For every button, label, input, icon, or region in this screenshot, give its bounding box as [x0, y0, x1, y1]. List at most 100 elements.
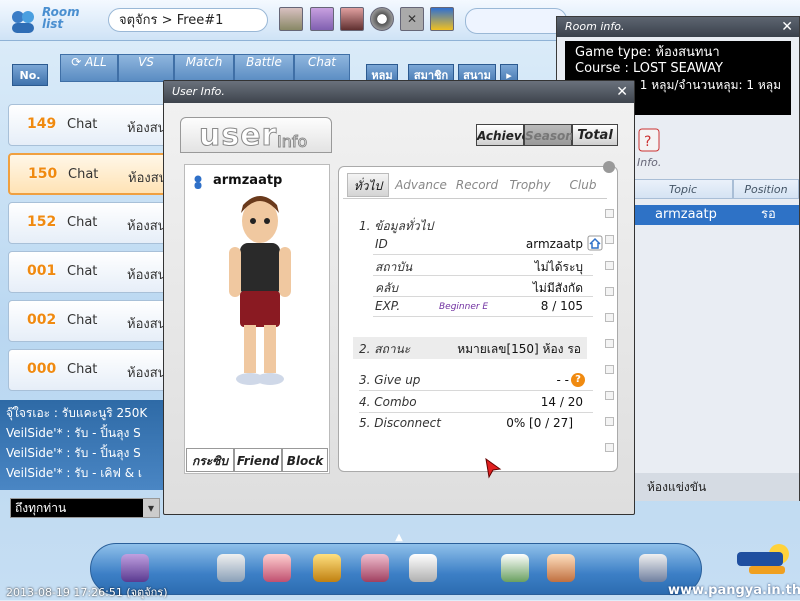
- house-icon[interactable]: [501, 554, 529, 582]
- tab-match[interactable]: Match: [174, 54, 234, 82]
- room-number: 152: [27, 214, 57, 230]
- scroll-marker: [605, 391, 614, 400]
- status-value: หมายเลข[150] ห้อง รอ: [457, 342, 581, 356]
- timestamp: 2013-08-19 17:26:51 (จตุจักร): [6, 586, 168, 599]
- user-info-logo: user Info: [180, 117, 332, 154]
- tab-chat[interactable]: Chat: [294, 54, 350, 82]
- scroll-marker: [605, 235, 614, 244]
- info-label: Info.: [637, 156, 662, 169]
- gift-icon[interactable]: [263, 554, 291, 582]
- segment-total[interactable]: Total: [572, 124, 618, 146]
- room-number: 001: [27, 263, 57, 279]
- tab-general[interactable]: ทั่วไป: [347, 173, 389, 197]
- close-icon[interactable]: ✕: [616, 83, 628, 101]
- home-icon[interactable]: [361, 554, 389, 582]
- tab-advance[interactable]: Advance: [393, 173, 449, 197]
- room-mode: ห้องสน: [127, 317, 167, 332]
- tab-divider: [343, 198, 607, 199]
- room-number: 000: [27, 361, 57, 377]
- field-divider: [373, 316, 593, 317]
- shop-icon[interactable]: [217, 554, 245, 582]
- segment-season[interactable]: Season: [524, 124, 574, 146]
- settings-icon[interactable]: [639, 554, 667, 582]
- exit-door-icon[interactable]: [121, 554, 149, 582]
- tab-vs[interactable]: VS: [118, 54, 174, 82]
- info-button[interactable]: ? Info.: [637, 127, 667, 171]
- segment-achieve[interactable]: Achieve.: [476, 124, 534, 146]
- trophy-icon[interactable]: [313, 554, 341, 582]
- room-list-logo: Room list: [6, 4, 88, 36]
- refresh-icon: ⟳: [71, 55, 86, 69]
- close-icon[interactable]: ✕: [781, 19, 793, 35]
- people-icon: [12, 11, 34, 33]
- disconnect-label: 5. Disconnect: [359, 416, 441, 430]
- mail-icon[interactable]: [547, 554, 575, 582]
- room-row[interactable]: 002 Chat ห้องสน: [8, 300, 168, 342]
- room-row[interactable]: 152 Chat ห้องสน: [8, 202, 168, 244]
- room-mode: ห้องสน: [128, 171, 168, 186]
- search-field[interactable]: [465, 8, 567, 34]
- character-icon[interactable]: [279, 7, 303, 31]
- section-general-info: 1. ข้อมูลทั่วไป: [359, 219, 434, 233]
- whisper-button[interactable]: กระซิบ: [186, 448, 234, 472]
- room-list-text: Room list: [42, 5, 80, 31]
- help-icon[interactable]: ?: [571, 373, 585, 387]
- chat-line: VeilSide'* : รับ - ปิ้นลุง S: [6, 446, 141, 460]
- player-panel: armzaatp: [184, 164, 330, 474]
- close-x-icon[interactable]: ✕: [400, 7, 424, 31]
- room-mode: ห้องสน: [127, 121, 167, 136]
- block-button[interactable]: Block: [282, 448, 328, 472]
- player-row[interactable]: armzaatp รอ: [633, 205, 799, 225]
- home-icon[interactable]: [587, 235, 603, 251]
- room-row[interactable]: 000 Chat ห้องสน: [8, 349, 168, 391]
- tab-club[interactable]: Club: [561, 173, 605, 197]
- chat-target-value: ถึงทุกท่าน: [15, 501, 67, 515]
- tab-battle[interactable]: Battle: [234, 54, 294, 82]
- item-icon[interactable]: [340, 7, 364, 31]
- room-number: 150: [28, 166, 58, 182]
- player-row-position: รอ: [761, 207, 776, 222]
- tab-record[interactable]: Record: [451, 173, 503, 197]
- tab-number[interactable]: No.: [12, 64, 48, 86]
- field-divider: [373, 275, 593, 276]
- room-type: Chat: [67, 264, 98, 279]
- stats-panel: ทั่วไป Advance Record Trophy Club 1. ข้อ…: [338, 161, 618, 472]
- room-mode: ห้องสน: [127, 366, 167, 381]
- ball-icon[interactable]: [370, 7, 394, 31]
- game-type: Game type: ห้องสนทนา: [575, 45, 720, 60]
- field-label-id: ID: [375, 237, 388, 251]
- tab-trophy[interactable]: Trophy: [505, 173, 555, 197]
- scroll-knob[interactable]: [603, 161, 615, 173]
- field-label-exp: EXP.: [375, 299, 401, 313]
- friend-button[interactable]: Friend: [234, 448, 282, 472]
- chevron-up-icon[interactable]: ▲: [384, 532, 414, 544]
- chat-target-select[interactable]: ถึงทุกท่าน ▾: [10, 498, 160, 518]
- room-list-label: Room list: [42, 6, 80, 30]
- room-row[interactable]: 001 Chat ห้องสน: [8, 251, 168, 293]
- chat-line: VeilSide'* : รับ - เคิฟ & เ: [6, 466, 142, 480]
- room-row-selected[interactable]: 150 Chat ห้องสน: [8, 153, 168, 195]
- player-row-name: armzaatp: [655, 207, 717, 222]
- column-topic[interactable]: Topic: [633, 179, 733, 199]
- chat-line: จุ๊ใจรเอะ : รับแคะนูริ 250K: [6, 406, 148, 420]
- scroll-marker: [605, 365, 614, 374]
- room-name: จตุจักร > Free#1: [108, 8, 268, 32]
- scroll-marker: [605, 287, 614, 296]
- scroll-marker: [605, 313, 614, 322]
- exp-rank: Beginner E: [439, 302, 489, 312]
- course-icon[interactable]: [430, 7, 454, 31]
- tab-all[interactable]: ⟳ ALL: [60, 54, 118, 82]
- combo-value: 14 / 20: [540, 395, 583, 409]
- chat-log[interactable]: จุ๊ใจรเอะ : รับแคะนูริ 250K VeilSide'* :…: [0, 400, 170, 490]
- chevron-down-icon[interactable]: ▾: [143, 499, 159, 517]
- room-number: 002: [27, 312, 57, 328]
- room-row[interactable]: 149 Chat ห้องสน: [8, 104, 168, 146]
- achievement-icon[interactable]: [409, 554, 437, 582]
- field-value-id: armzaatp: [525, 237, 583, 251]
- bottom-dock: [90, 543, 702, 595]
- room-type: Chat: [67, 215, 98, 230]
- mouse-cursor-icon: [485, 457, 502, 479]
- character-icon[interactable]: [310, 7, 334, 31]
- column-position[interactable]: Position: [733, 179, 799, 199]
- info-icon: ?: [638, 128, 660, 152]
